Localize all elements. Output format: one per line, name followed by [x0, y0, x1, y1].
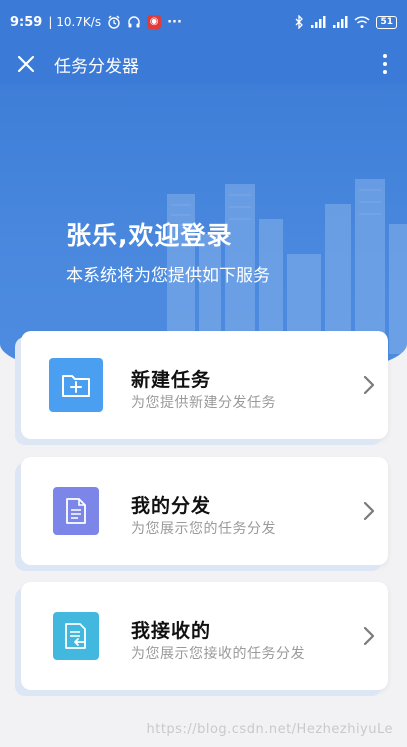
welcome-title: 张乐,欢迎登录 [66, 221, 233, 250]
chevron-right-icon [363, 375, 375, 395]
app-title: 任务分发器 [54, 56, 139, 77]
more-dot [383, 54, 387, 58]
chevron-right-icon [363, 626, 375, 646]
watermark: https://blog.csdn.net/HezhezhiyuLe [146, 722, 393, 737]
new-task-card[interactable]: 新建任务 为您提供新建分发任务 [21, 331, 388, 439]
welcome-subtitle: 本系统将为您提供如下服务 [66, 266, 270, 286]
card-description: 为您提供新建分发任务 [131, 395, 276, 411]
status-time: 9:59 [10, 14, 43, 30]
overflow-dots: ··· [167, 14, 182, 30]
signal-icon-1 [310, 15, 326, 29]
status-bar: 9:59 | 10.7K/s ◉ ··· 51 [0, 0, 407, 44]
status-right: 51 [294, 15, 397, 29]
my-distribution-card[interactable]: 我的分发 为您展示您的任务分发 [21, 457, 388, 565]
more-options-button[interactable] [375, 50, 395, 78]
card-description: 为您展示您的任务分发 [131, 521, 276, 537]
document-icon [53, 487, 99, 535]
close-icon [17, 55, 35, 73]
more-dot [383, 62, 387, 66]
receive-document-icon [53, 612, 99, 660]
app-bar: 任务分发器 [0, 44, 407, 84]
received-card[interactable]: 我接收的 为您展示您接收的任务分发 [21, 582, 388, 690]
signal-icon-2 [332, 15, 348, 29]
chevron-right-icon [363, 501, 375, 521]
more-dot [383, 70, 387, 74]
card-title: 我的分发 [131, 495, 212, 517]
network-speed: | 10.7K/s [48, 15, 102, 29]
folder-plus-icon [49, 358, 103, 412]
card-description: 为您展示您接收的任务分发 [131, 646, 305, 662]
close-button[interactable] [6, 44, 46, 84]
headphones-icon [127, 15, 141, 29]
card-title: 新建任务 [131, 369, 212, 391]
bluetooth-icon [294, 15, 304, 29]
wifi-icon [354, 15, 370, 29]
netease-music-icon: ◉ [147, 15, 162, 29]
card-title: 我接收的 [131, 620, 212, 642]
alarm-icon [107, 15, 121, 29]
battery-indicator: 51 [376, 15, 397, 29]
status-left: 9:59 | 10.7K/s ◉ ··· [10, 15, 182, 30]
